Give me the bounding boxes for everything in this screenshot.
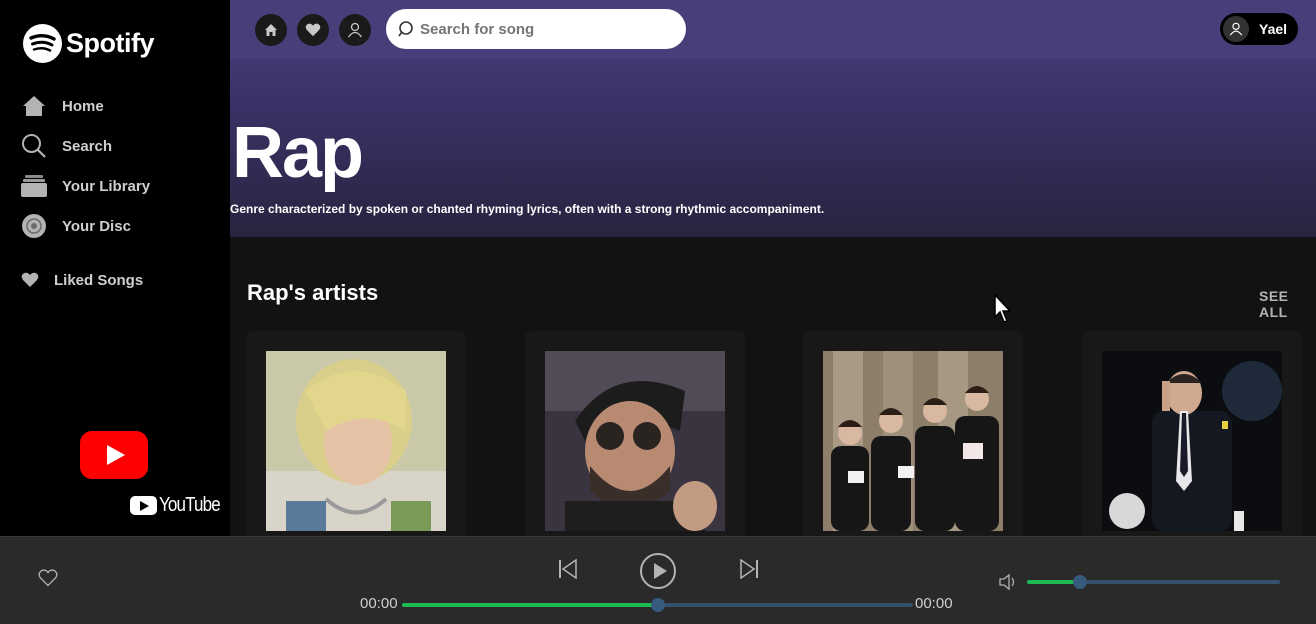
next-button[interactable] [738, 558, 760, 584]
liked-button[interactable] [297, 14, 329, 46]
like-button[interactable] [38, 569, 58, 592]
artist-image [823, 351, 1003, 531]
artist-card[interactable] [803, 331, 1023, 541]
artist-image [1102, 351, 1282, 531]
section-title: Rap's artists [247, 280, 379, 305]
brand-name: Spotify [66, 28, 155, 58]
home-icon [265, 24, 277, 36]
topbar: Yael [230, 0, 1316, 59]
user-name: Yael [1259, 21, 1288, 37]
progress-slider[interactable] [402, 598, 913, 612]
home-icon [20, 92, 48, 120]
page-title: Rap [232, 113, 364, 193]
see-all-link[interactable]: SEE ALL [1259, 288, 1316, 320]
player-bar: 00:00 00:00 [0, 536, 1316, 624]
search-icon [20, 132, 48, 160]
sidebar-item-liked-songs[interactable]: Liked Songs [20, 266, 143, 294]
mouse-cursor-icon [994, 294, 1012, 323]
sidebar-item-disc[interactable]: Your Disc [20, 206, 150, 246]
user-icon [1229, 22, 1243, 36]
sidebar-item-search[interactable]: Search [20, 126, 150, 166]
skip-previous-icon [559, 558, 577, 580]
progress-fill [402, 603, 658, 607]
youtube-label: YouTube [159, 494, 221, 516]
sidebar-item-home[interactable]: Home [20, 86, 150, 126]
volume-slider[interactable] [1027, 575, 1280, 589]
genre-header: Yael Rap Genre characterized by spoken o… [230, 0, 1316, 237]
artist-image [266, 351, 446, 531]
time-current: 00:00 [360, 595, 398, 612]
user-icon [347, 22, 363, 38]
genre-description: Genre characterized by spoken or chanted… [230, 202, 825, 216]
search-input[interactable] [420, 20, 660, 38]
heart-icon [305, 23, 321, 37]
heart-icon [20, 266, 40, 294]
volume-thumb[interactable] [1073, 575, 1088, 589]
disc-icon [20, 212, 48, 240]
sidebar-item-library[interactable]: Your Library [20, 166, 150, 206]
search-box[interactable] [386, 9, 686, 49]
youtube-small-icon [130, 496, 157, 515]
sidebar-item-label: Home [62, 97, 104, 115]
profile-button[interactable] [339, 14, 371, 46]
heart-outline-icon [38, 569, 58, 587]
sidebar-item-label: Your Disc [62, 217, 131, 235]
spotify-logo[interactable]: Spotify [23, 24, 155, 63]
previous-button[interactable] [557, 558, 579, 584]
artist-card[interactable] [1082, 331, 1302, 541]
time-total: 00:00 [915, 595, 953, 612]
artist-image [545, 351, 725, 531]
sidebar-item-label: Search [62, 137, 113, 155]
artist-card[interactable] [246, 331, 466, 541]
play-button[interactable] [640, 553, 676, 589]
sidebar-nav: Home Search Your Library Your Disc [20, 86, 150, 246]
search-icon [398, 21, 413, 37]
library-icon [20, 172, 48, 200]
sidebar: Spotify Home Search Your Library Your Di… [0, 0, 230, 536]
user-menu-button[interactable]: Yael [1220, 13, 1298, 45]
sidebar-item-label: Liked Songs [54, 271, 144, 289]
skip-next-icon [740, 558, 758, 580]
progress-thumb[interactable] [650, 598, 665, 612]
youtube-logo[interactable]: YouTube [130, 494, 231, 517]
volume-icon[interactable] [998, 573, 1020, 596]
sidebar-item-label: Your Library [62, 177, 151, 195]
artist-card[interactable] [525, 331, 745, 541]
spotify-logo-icon [23, 24, 62, 63]
avatar [1223, 16, 1249, 42]
youtube-panel: YouTube [0, 380, 230, 536]
home-button[interactable] [255, 14, 287, 46]
youtube-play-icon[interactable] [80, 431, 148, 479]
